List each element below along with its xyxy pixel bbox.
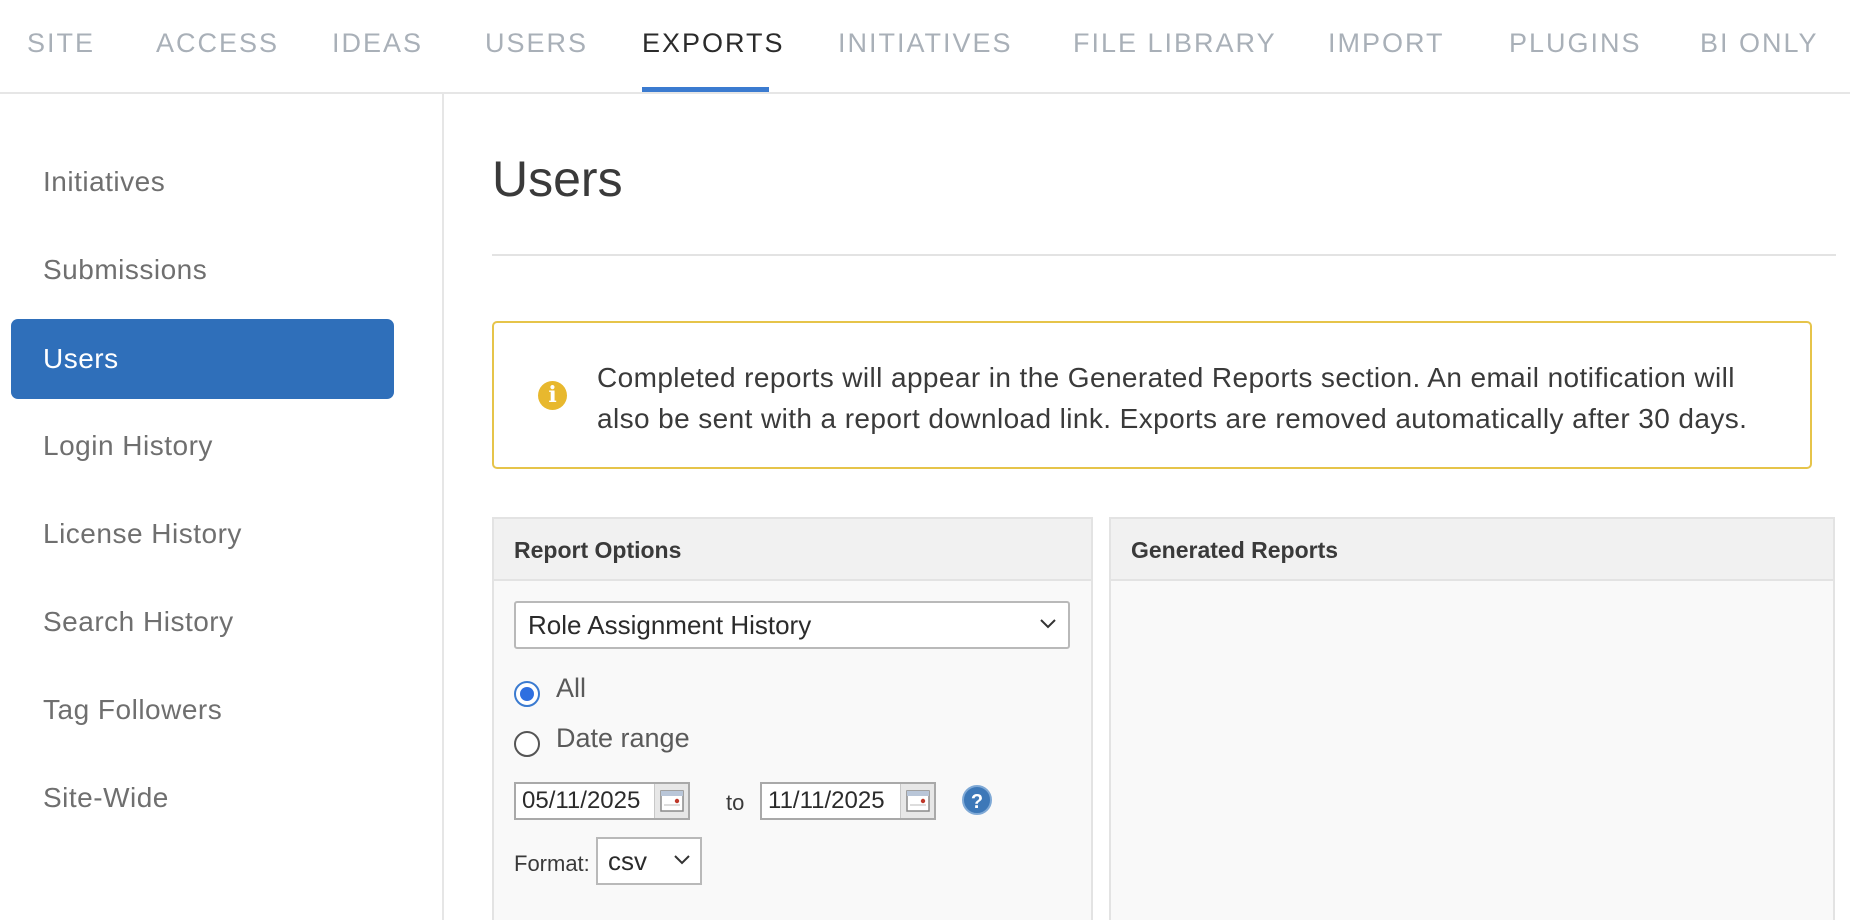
radio-all-label: All (556, 673, 587, 703)
generated-reports-panel: Generated Reports (1109, 517, 1835, 920)
report-type-select[interactable]: Role Assignment History (514, 601, 1070, 649)
page-title: Users (492, 151, 623, 207)
calendar-icon[interactable] (654, 784, 688, 818)
sidebar: Initiatives Submissions Users Login Hist… (0, 94, 444, 920)
tab-file-library[interactable]: FILE LIBRARY (1073, 28, 1277, 59)
notice-text: Completed reports will appear in the Gen… (597, 362, 1748, 434)
divider (492, 254, 1836, 256)
report-options-panel: Report Options Role Assignment History A… (492, 517, 1093, 920)
chevron-down-icon (1040, 619, 1056, 629)
radio-date-range-label: Date range (556, 723, 690, 753)
help-icon[interactable]: ? (962, 785, 992, 815)
chevron-down-icon (674, 855, 690, 865)
radio-all-button[interactable] (514, 681, 540, 707)
tab-bi-only[interactable]: BI ONLY (1700, 28, 1819, 59)
date-from-value: 05/11/2025 (522, 787, 641, 814)
report-options-header: Report Options (494, 519, 1091, 581)
sidebar-item-initiatives[interactable]: Initiatives (43, 166, 165, 198)
format-select[interactable]: csv (596, 837, 702, 885)
sidebar-item-tag-followers[interactable]: Tag Followers (43, 694, 222, 726)
sidebar-item-users[interactable]: Users (11, 319, 394, 399)
sidebar-item-login-history[interactable]: Login History (43, 430, 213, 462)
tab-initiatives[interactable]: INITIATIVES (838, 28, 1013, 59)
tab-access[interactable]: ACCESS (156, 28, 279, 59)
tab-exports[interactable]: EXPORTS (642, 28, 785, 59)
tab-ideas[interactable]: IDEAS (332, 28, 423, 59)
sidebar-item-submissions[interactable]: Submissions (43, 254, 207, 286)
tab-plugins[interactable]: PLUGINS (1509, 28, 1642, 59)
sidebar-item-label: Users (43, 343, 119, 374)
tab-import[interactable]: IMPORT (1328, 28, 1445, 59)
generated-reports-header: Generated Reports (1111, 519, 1833, 581)
date-to-input[interactable]: 11/11/2025 (760, 782, 936, 820)
format-label: Format: (514, 851, 590, 876)
radio-date-range-button[interactable] (514, 731, 540, 757)
top-navigation: SITE ACCESS IDEAS USERS EXPORTS INITIATI… (0, 0, 1850, 94)
sidebar-item-site-wide[interactable]: Site-Wide (43, 782, 169, 814)
sidebar-item-search-history[interactable]: Search History (43, 606, 234, 638)
date-to-value: 11/11/2025 (768, 787, 885, 814)
sidebar-item-license-history[interactable]: License History (43, 518, 242, 550)
calendar-icon[interactable] (900, 784, 934, 818)
date-from-input[interactable]: 05/11/2025 (514, 782, 690, 820)
info-icon: i (538, 381, 567, 410)
report-type-value: Role Assignment History (528, 610, 812, 640)
to-label: to (726, 790, 745, 815)
info-notice: i Completed reports will appear in the G… (492, 321, 1812, 469)
active-tab-indicator (642, 87, 769, 92)
tab-users[interactable]: USERS (485, 28, 588, 59)
tab-site[interactable]: SITE (27, 28, 95, 59)
format-value: csv (608, 846, 647, 876)
